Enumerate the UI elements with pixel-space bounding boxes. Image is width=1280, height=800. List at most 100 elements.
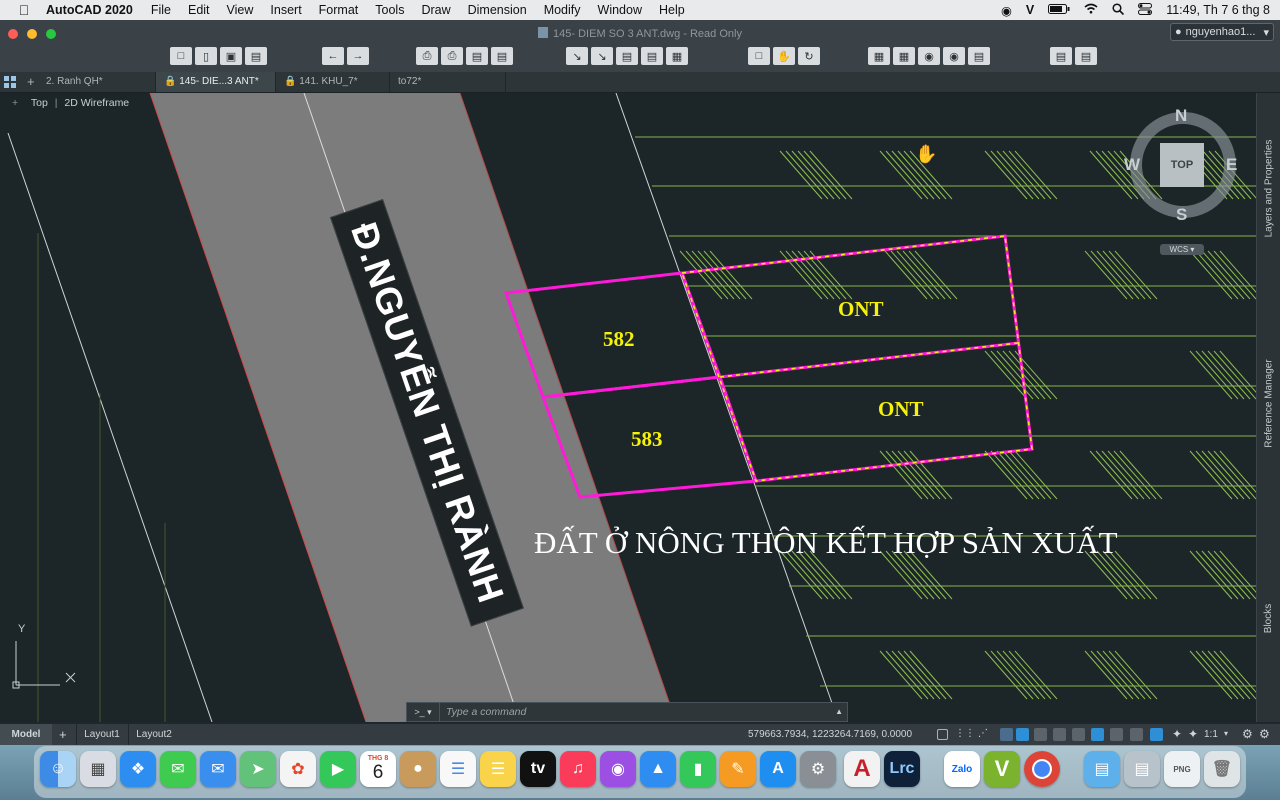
- drawing-canvas[interactable]: + Top | 2D Wireframe Đ.NGUYỄN THỊ RÀNH 5…: [0, 93, 1256, 722]
- notes-icon[interactable]: ☰: [480, 751, 516, 787]
- design-center-icon[interactable]: ▤: [968, 47, 990, 65]
- apple-tv-icon[interactable]: tv: [520, 751, 556, 787]
- viewport-menu-button[interactable]: +: [12, 97, 18, 109]
- tab-141-khu[interactable]: 🔒 141. KHU_7*: [276, 72, 390, 92]
- annotation-visibility-icon[interactable]: [1150, 728, 1163, 741]
- palette-blocks[interactable]: Blocks: [1257, 593, 1280, 643]
- isodraft-icon[interactable]: [1034, 728, 1047, 741]
- visual-style-label[interactable]: 2D Wireframe: [64, 97, 129, 109]
- pan-hand-icon[interactable]: ✋: [773, 47, 795, 65]
- view-label[interactable]: Top: [31, 97, 48, 109]
- open-file-icon[interactable]: ▯: [195, 47, 217, 65]
- podcasts-icon[interactable]: ◉: [600, 751, 636, 787]
- menu-view[interactable]: View: [227, 3, 254, 17]
- export-icon[interactable]: ▤: [616, 47, 638, 65]
- downloads-folder-icon[interactable]: ▤: [1084, 751, 1120, 787]
- contacts-icon[interactable]: ●: [400, 751, 436, 787]
- menu-insert[interactable]: Insert: [270, 3, 301, 17]
- palette-reference-manager[interactable]: Reference Manager: [1257, 343, 1280, 463]
- vietkey-icon[interactable]: V: [984, 751, 1020, 787]
- add-layout-button[interactable]: +: [59, 727, 67, 742]
- publish-icon[interactable]: ▤: [491, 47, 513, 65]
- apple-icon[interactable]: : [16, 2, 32, 18]
- music-icon[interactable]: ♫: [560, 751, 596, 787]
- attach-icon[interactable]: ↘: [591, 47, 613, 65]
- maps-icon[interactable]: ➤: [240, 751, 276, 787]
- new-file-icon[interactable]: □: [170, 47, 192, 65]
- v-app-icon[interactable]: V: [1026, 3, 1034, 17]
- block-editor-icon[interactable]: ▦: [868, 47, 890, 65]
- properties-icon[interactable]: ▤: [641, 47, 663, 65]
- command-line[interactable]: >_ ▾ Type a command ▲: [406, 702, 848, 722]
- finder-icon[interactable]: ☺: [40, 751, 76, 787]
- transparency-icon[interactable]: [1110, 728, 1123, 741]
- ortho-mode-icon[interactable]: [1000, 728, 1013, 741]
- grid-menu-icon[interactable]: [4, 76, 16, 88]
- menu-format[interactable]: Format: [319, 3, 359, 17]
- command-prompt-icon[interactable]: >_ ▾: [407, 703, 440, 721]
- lineweight-icon[interactable]: [1091, 728, 1104, 741]
- creative-cloud-icon[interactable]: ◉: [1001, 3, 1012, 18]
- import-icon[interactable]: ↘: [566, 47, 588, 65]
- tab-ranh-qh[interactable]: 2. Ranh QH*: [38, 72, 156, 92]
- menu-modify[interactable]: Modify: [544, 3, 581, 17]
- layer-tools-icon[interactable]: ◉: [918, 47, 940, 65]
- calendar-icon[interactable]: THG 8 6: [360, 751, 396, 787]
- photos-icon[interactable]: ✿: [280, 751, 316, 787]
- user-account-button[interactable]: ● nguyenhao1... ▾: [1170, 23, 1274, 41]
- app-store-icon[interactable]: A: [760, 751, 796, 787]
- render-icon[interactable]: ▤: [1050, 47, 1072, 65]
- battery-icon[interactable]: [1048, 3, 1070, 17]
- viewcube[interactable]: TOP N S W E WCS ▾: [1124, 106, 1240, 255]
- tab-to72[interactable]: to72*: [390, 72, 506, 92]
- chrome-icon[interactable]: [1024, 751, 1060, 787]
- facetime-icon[interactable]: ▶: [320, 751, 356, 787]
- tab-145-die[interactable]: 🔒 145- DIE...3 ANT*: [156, 72, 276, 92]
- menu-dimension[interactable]: Dimension: [468, 3, 527, 17]
- viewcube-top-face[interactable]: TOP: [1160, 143, 1204, 187]
- command-expand-icon[interactable]: ▲: [835, 707, 843, 716]
- snap-mode-icon[interactable]: ⋰: [978, 728, 988, 739]
- compass-north[interactable]: N: [1175, 106, 1187, 126]
- autocad-icon[interactable]: A: [844, 751, 880, 787]
- system-preferences-icon[interactable]: ⚙: [800, 751, 836, 787]
- redo-icon[interactable]: →: [347, 47, 369, 65]
- save-icon[interactable]: ▣: [220, 47, 242, 65]
- app-menu[interactable]: AutoCAD 2020: [46, 3, 133, 17]
- compass-south[interactable]: S: [1176, 205, 1187, 225]
- wcs-dropdown[interactable]: WCS ▾: [1160, 244, 1204, 255]
- batch-plot-icon[interactable]: ⎙: [441, 47, 463, 65]
- polar-tracking-icon[interactable]: [1016, 728, 1029, 741]
- model-space-icon[interactable]: [937, 729, 948, 740]
- command-input[interactable]: Type a command: [446, 706, 526, 718]
- menu-edit[interactable]: Edit: [188, 3, 210, 17]
- orbit-icon[interactable]: ↻: [798, 47, 820, 65]
- object-snap-icon[interactable]: [1072, 728, 1085, 741]
- save-as-icon[interactable]: ▤: [245, 47, 267, 65]
- insert-block-icon[interactable]: ▦: [893, 47, 915, 65]
- safari-icon[interactable]: ❖: [120, 751, 156, 787]
- table-icon[interactable]: ▦: [666, 47, 688, 65]
- menu-window[interactable]: Window: [598, 3, 642, 17]
- documents-stack-icon[interactable]: ▤: [1124, 751, 1160, 787]
- spotlight-search-icon[interactable]: [1112, 2, 1125, 18]
- menu-tools[interactable]: Tools: [375, 3, 404, 17]
- menu-file[interactable]: File: [151, 3, 171, 17]
- clock[interactable]: 11:49, Th 7 6 thg 8: [1166, 3, 1270, 17]
- annotation-scale[interactable]: 1:1: [1204, 729, 1218, 740]
- selection-cycling-icon[interactable]: [1130, 728, 1143, 741]
- tab-model[interactable]: Model: [0, 724, 52, 746]
- messages-icon[interactable]: ✉: [160, 751, 196, 787]
- menu-draw[interactable]: Draw: [421, 3, 450, 17]
- launchpad-icon[interactable]: ▦: [80, 751, 116, 787]
- grid-display-icon[interactable]: ⋮⋮: [955, 728, 975, 739]
- palette-layers-and-properties[interactable]: Layers and Properties: [1257, 123, 1280, 253]
- viewport-controls[interactable]: + Top | 2D Wireframe: [12, 97, 129, 109]
- tab-layout1[interactable]: Layout1: [76, 724, 127, 746]
- trash-icon[interactable]: 🗑: [1204, 751, 1240, 787]
- annotation-scale-icon[interactable]: ✦: [1172, 727, 1182, 741]
- chevron-down-icon[interactable]: ▾: [1224, 729, 1228, 738]
- wifi-icon[interactable]: [1084, 3, 1098, 17]
- settings-icon[interactable]: ⚙: [1259, 727, 1270, 741]
- pages-icon[interactable]: ✎: [720, 751, 756, 787]
